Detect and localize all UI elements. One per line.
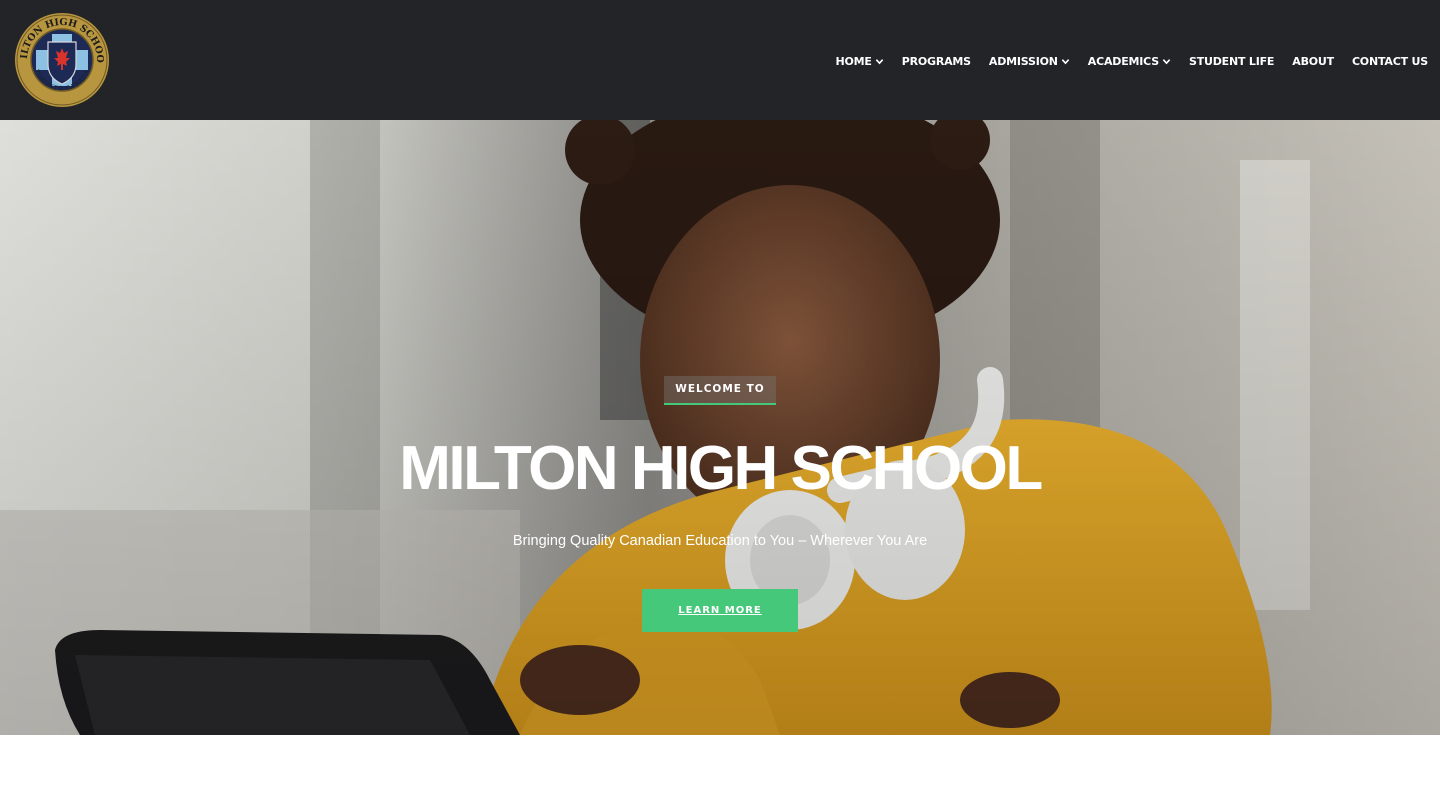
nav-item-home[interactable]: HOME: [836, 55, 884, 68]
nav-item-programs[interactable]: PROGRAMS: [902, 55, 971, 68]
student-with-headphones-photo: [0, 120, 1440, 735]
nav-item-label: PROGRAMS: [901, 54, 971, 68]
nav-item-label: ABOUT: [1292, 54, 1334, 68]
hero-eyebrow: WELCOME TO: [664, 376, 776, 405]
learn-more-button[interactable]: LEARN MORE: [642, 589, 798, 632]
chevron-down-icon: [875, 58, 883, 64]
nav-item-about[interactable]: ABOUT: [1292, 55, 1334, 68]
nav-item-admission[interactable]: ADMISSION: [989, 55, 1070, 68]
nav-item-academics[interactable]: ACADEMICS: [1088, 55, 1171, 68]
nav-item-label: CONTACT US: [1351, 54, 1428, 68]
hero-banner: WELCOME TO MILTON HIGH SCHOOL Bringing Q…: [0, 120, 1440, 735]
nav-item-label: ACADEMICS: [1087, 54, 1159, 68]
site-header: MILTON HIGH SCHOOL TORONTO CANADA HOME PR…: [0, 0, 1440, 120]
hero-title: MILTON HIGH SCHOOL: [399, 434, 1043, 503]
nav-item-label: STUDENT LIFE: [1188, 54, 1275, 68]
school-crest-logo[interactable]: MILTON HIGH SCHOOL TORONTO CANADA: [14, 12, 110, 108]
hero-subtitle: Bringing Quality Canadian Education to Y…: [512, 533, 928, 549]
nav-item-student-life[interactable]: STUDENT LIFE: [1189, 55, 1274, 68]
nav-item-contact-us[interactable]: CONTACT US: [1352, 55, 1428, 68]
chevron-down-icon: [1061, 58, 1070, 64]
nav-item-label: HOME: [835, 54, 872, 68]
nav-item-label: ADMISSION: [988, 54, 1058, 68]
chevron-down-icon: [1162, 58, 1171, 64]
main-navigation: HOME PROGRAMS ADMISSION ACADEMICS STUDENT LI…: [836, 52, 1429, 70]
